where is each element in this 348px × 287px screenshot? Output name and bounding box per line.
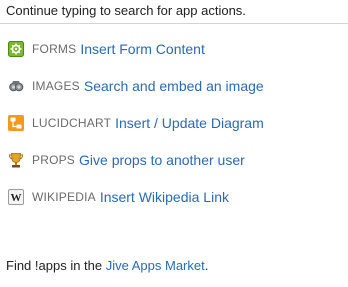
footer-note: Find !apps in the Jive Apps Market. <box>6 258 208 273</box>
instruction-text: Continue typing to search for app action… <box>6 3 246 18</box>
app-action-list: FORMS Insert Form Content IMAGES Search … <box>8 40 344 225</box>
app-row-lucidchart[interactable]: LUCIDCHART Insert / Update Diagram <box>8 114 344 132</box>
images-icon <box>8 78 24 94</box>
instruction-header: Continue typing to search for app action… <box>0 0 348 24</box>
app-tag-images: IMAGES <box>32 79 80 93</box>
app-row-forms[interactable]: FORMS Insert Form Content <box>8 40 344 58</box>
svg-text:W: W <box>11 192 22 204</box>
props-icon <box>8 152 24 168</box>
footer-suffix: . <box>204 258 209 273</box>
app-row-images[interactable]: IMAGES Search and embed an image <box>8 77 344 95</box>
forms-icon <box>8 41 24 57</box>
app-tag-lucidchart: LUCIDCHART <box>32 116 112 130</box>
app-tag-props: PROPS <box>32 153 76 167</box>
lucidchart-icon <box>8 115 24 131</box>
app-tag-forms: FORMS <box>32 42 77 56</box>
app-action-link[interactable]: Insert / Update Diagram <box>115 115 264 131</box>
app-action-link[interactable]: Insert Form Content <box>80 41 205 57</box>
app-action-link[interactable]: Search and embed an image <box>84 78 264 94</box>
app-action-link[interactable]: Give props to another user <box>79 152 245 168</box>
app-tag-wikipedia: WIKIPEDIA <box>32 190 96 204</box>
app-row-props[interactable]: PROPS Give props to another user <box>8 151 344 169</box>
jive-apps-market-link[interactable]: Jive Apps Market <box>106 258 205 273</box>
wikipedia-icon: W <box>8 189 24 205</box>
app-action-link[interactable]: Insert Wikipedia Link <box>100 189 229 205</box>
footer-prefix: Find !apps in the <box>6 258 106 273</box>
app-row-wikipedia[interactable]: W WIKIPEDIA Insert Wikipedia Link <box>8 188 344 206</box>
